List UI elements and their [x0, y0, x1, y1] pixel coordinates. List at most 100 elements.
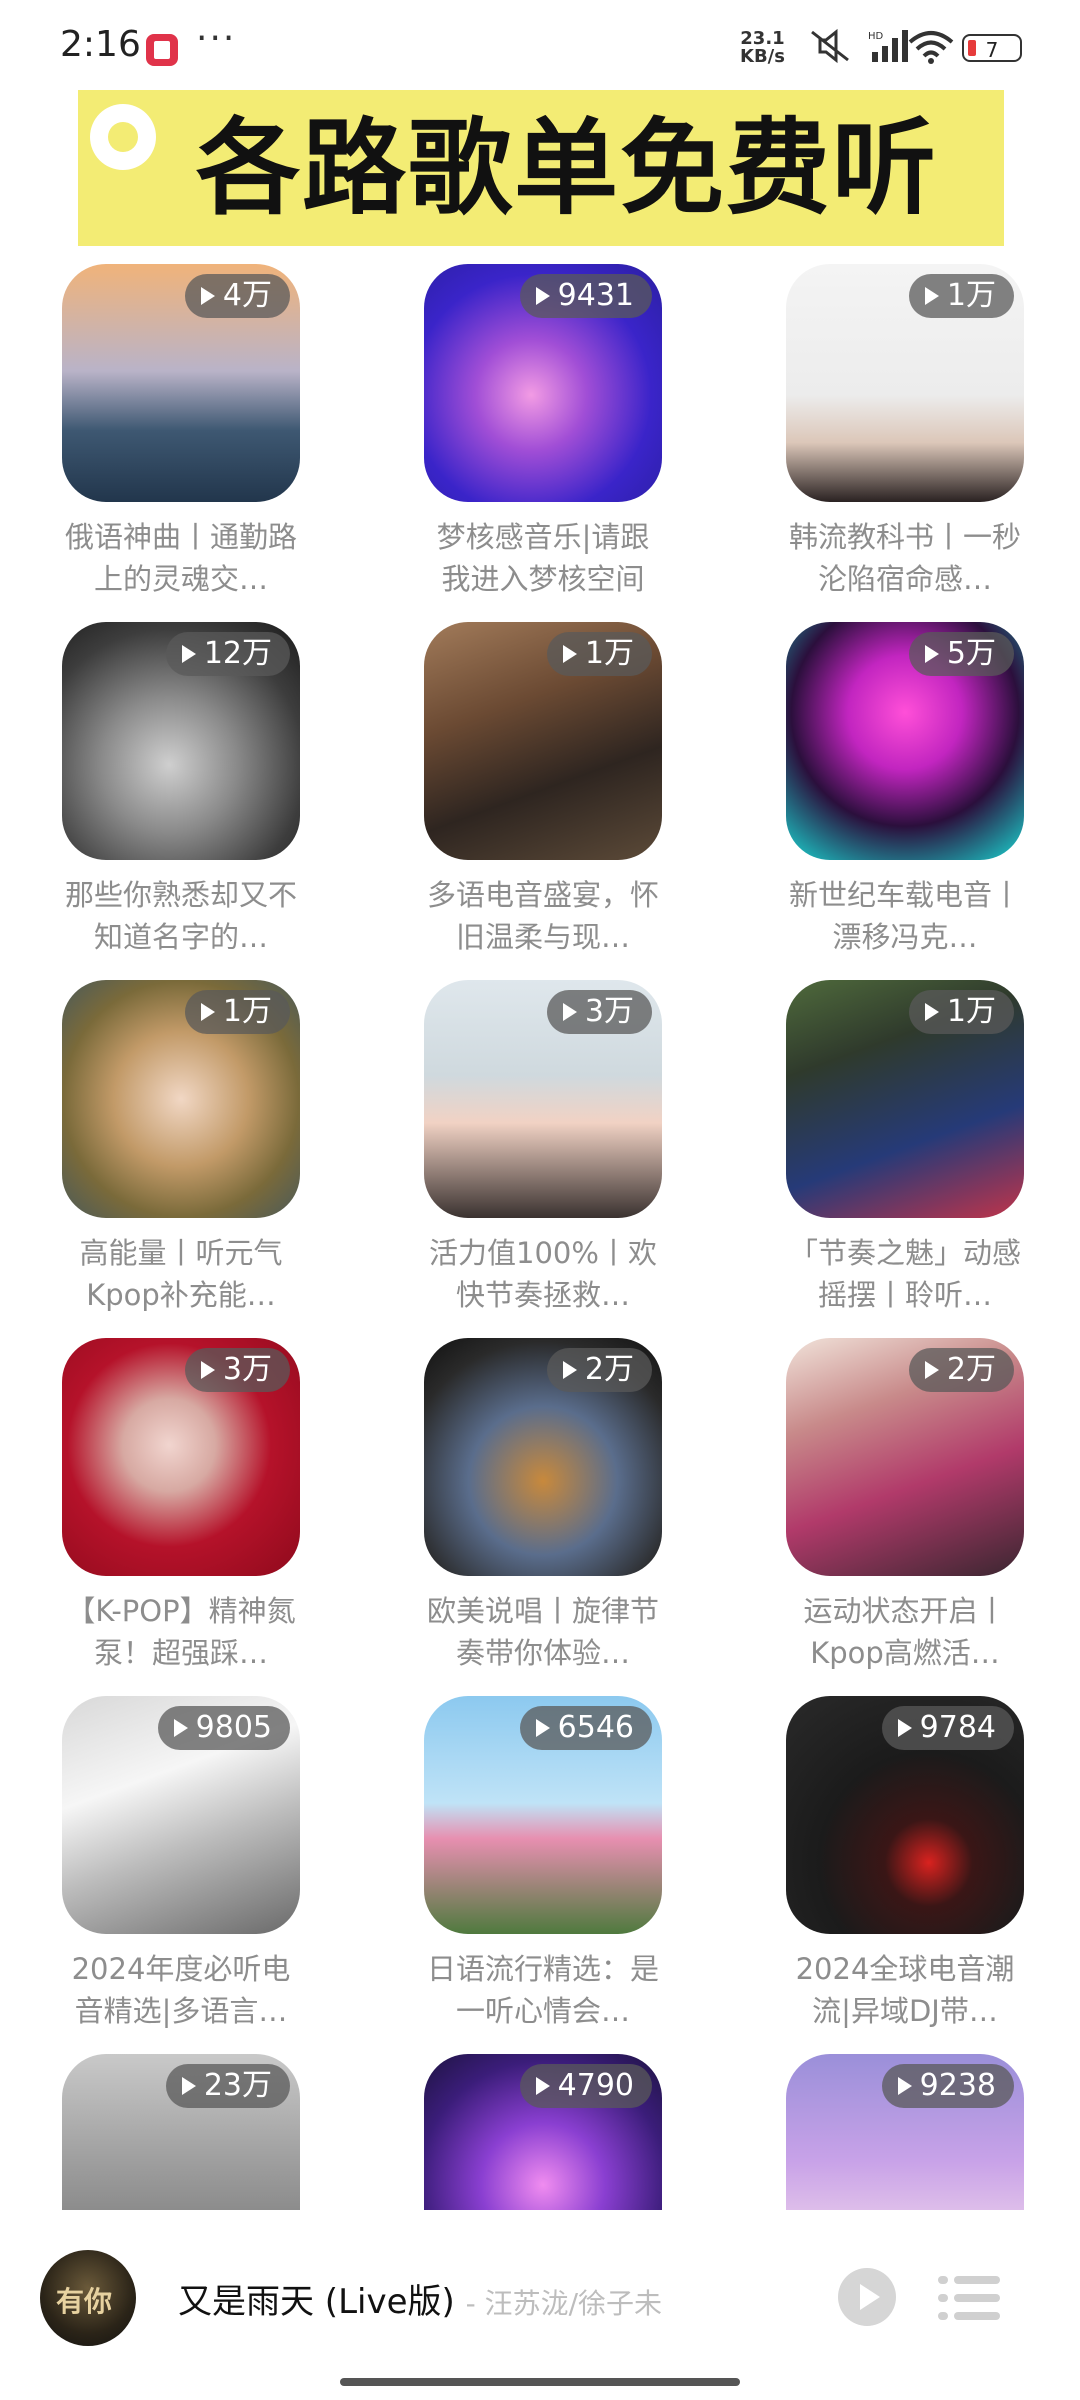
play-count: 9805 — [195, 1710, 272, 1745]
playlist-title[interactable]: 梦核感音乐|请跟我进入梦核空间 — [424, 516, 662, 600]
play-count-badge: 9805 — [157, 1706, 290, 1750]
player-cover[interactable]: 有你 — [40, 2250, 136, 2346]
playlist-cover[interactable]: 1万 — [786, 264, 1024, 502]
playlist-title[interactable]: 日语流行精选：是一听心情会… — [424, 1948, 662, 2032]
play-icon — [897, 1719, 912, 1737]
playlist-cover[interactable]: 4万 — [62, 264, 300, 502]
playlist-cover[interactable]: 23万 — [62, 2054, 300, 2210]
playlist-card[interactable]: 6546 日语流行精选：是一听心情会… — [424, 1696, 662, 2032]
playlist-title[interactable]: 「节奏之魅」动感摇摆丨聆听… — [786, 1232, 1024, 1316]
play-count: 3万 — [584, 994, 634, 1029]
playlist-cover[interactable]: 1万 — [62, 980, 300, 1218]
network-speed-unit: KB/s — [740, 46, 785, 67]
playlist-title[interactable]: 活力值100%丨欢快节奏拯救… — [424, 1232, 662, 1316]
battery-icon: 7 — [962, 34, 1022, 62]
playlist-cover[interactable]: 1万 — [786, 980, 1024, 1218]
mute-icon — [811, 28, 849, 64]
play-count: 23万 — [203, 2068, 272, 2103]
playlist-card[interactable]: 9784 2024全球电音潮流|异域DJ带… — [786, 1696, 1024, 2032]
play-count: 2万 — [584, 1352, 634, 1387]
play-icon — [535, 287, 550, 305]
playlist-title[interactable]: 那些你熟悉却又不知道名字的… — [62, 874, 300, 958]
mini-player[interactable]: 有你 又是雨天 (Live版) - 汪苏泷/徐子未 — [0, 2210, 1080, 2400]
app-notification-icon — [146, 34, 178, 66]
playlist-card[interactable]: 3万【K-POP】精神氮泵！超强踩… — [62, 1338, 300, 1674]
play-count-badge: 1万 — [546, 632, 652, 676]
playlist-card[interactable]: 9805 2024年度必听电音精选|多语言… — [62, 1696, 300, 2032]
playlist-cover[interactable]: 9238 — [786, 2054, 1024, 2210]
play-count-badge: 5万 — [908, 632, 1014, 676]
playlist-card[interactable]: 1万多语电音盛宴，怀旧温柔与现… — [424, 622, 662, 958]
playlist-card[interactable]: 2万运动状态开启丨Kpop高燃活… — [786, 1338, 1024, 1674]
play-icon — [562, 1361, 577, 1379]
play-button[interactable] — [838, 2268, 896, 2326]
network-speed: 23.1 KB/s — [740, 30, 785, 66]
player-cover-text: 有你 — [56, 2285, 113, 2318]
playlist-cover[interactable]: 3万 — [62, 1338, 300, 1576]
playlist-card[interactable]: 4790 — [424, 2054, 662, 2210]
playlist-cover[interactable]: 1万 — [424, 622, 662, 860]
playlist-card[interactable]: 1万韩流教科书丨一秒沦陷宿命感… — [786, 264, 1024, 600]
play-count-badge: 9431 — [519, 274, 652, 318]
playlist-title[interactable]: 【K-POP】精神氮泵！超强踩… — [62, 1590, 300, 1674]
playlist-cover[interactable]: 5万 — [786, 622, 1024, 860]
playlist-title[interactable]: 2024全球电音潮流|异域DJ带… — [786, 1948, 1024, 2032]
playlist-cover[interactable]: 9431 — [424, 264, 662, 502]
play-icon — [562, 1003, 577, 1021]
play-icon — [924, 287, 939, 305]
play-count: 9431 — [557, 278, 634, 313]
play-count: 9238 — [919, 2068, 996, 2103]
playlist-card[interactable]: 9238 — [786, 2054, 1024, 2210]
home-indicator[interactable] — [340, 2378, 740, 2386]
play-icon — [535, 2077, 550, 2095]
playlist-title[interactable]: 高能量丨听元气Kpop补充能… — [62, 1232, 300, 1316]
playlist-card[interactable]: 1万高能量丨听元气Kpop补充能… — [62, 980, 300, 1316]
playlist-cover[interactable]: 2万 — [786, 1338, 1024, 1576]
playlist-title[interactable]: 新世纪车载电音丨漂移冯克… — [786, 874, 1024, 958]
playlist-cover[interactable]: 3万 — [424, 980, 662, 1218]
status-bar: 2:16 ··· 23.1 KB/s HD 7 — [0, 0, 1080, 90]
promo-banner[interactable]: 各路歌单免费听 — [78, 90, 1004, 246]
play-count-badge: 1万 — [908, 990, 1014, 1034]
play-count: 9784 — [919, 1710, 996, 1745]
play-count-badge: 3万 — [546, 990, 652, 1034]
play-count-badge: 12万 — [165, 632, 290, 676]
playlist-card[interactable]: 12万那些你熟悉却又不知道名字的… — [62, 622, 300, 958]
playlist-title[interactable]: 多语电音盛宴，怀旧温柔与现… — [424, 874, 662, 958]
play-icon — [535, 1719, 550, 1737]
playlist-card[interactable]: 9431 梦核感音乐|请跟我进入梦核空间 — [424, 264, 662, 600]
play-icon — [562, 645, 577, 663]
banner-title: 各路歌单免费听 — [196, 107, 939, 229]
play-icon — [181, 2077, 196, 2095]
play-count: 6546 — [557, 1710, 634, 1745]
svg-text:HD: HD — [868, 31, 884, 42]
song-artist: - 汪苏泷/徐子未 — [465, 2287, 663, 2320]
now-playing-text[interactable]: 又是雨天 (Live版) - 汪苏泷/徐子未 — [178, 2274, 662, 2323]
playlist-card[interactable]: 4万俄语神曲丨通勤路上的灵魂交… — [62, 264, 300, 600]
playlist-title[interactable]: 韩流教科书丨一秒沦陷宿命感… — [786, 516, 1024, 600]
playlist-cover[interactable]: 6546 — [424, 1696, 662, 1934]
playlist-card[interactable]: 2万欧美说唱丨旋律节奏带你体验… — [424, 1338, 662, 1674]
playlist-title[interactable]: 俄语神曲丨通勤路上的灵魂交… — [62, 516, 300, 600]
playlist-cover[interactable]: 2万 — [424, 1338, 662, 1576]
playlist-title[interactable]: 运动状态开启丨Kpop高燃活… — [786, 1590, 1024, 1674]
playlist-card[interactable]: 5万新世纪车载电音丨漂移冯克… — [786, 622, 1024, 958]
playlist-card[interactable]: 1万「节奏之魅」动感摇摆丨聆听… — [786, 980, 1024, 1316]
play-count: 1万 — [946, 278, 996, 313]
play-count-badge: 9784 — [881, 1706, 1014, 1750]
playlist-cover[interactable]: 9805 — [62, 1696, 300, 1934]
playlist-cover[interactable]: 12万 — [62, 622, 300, 860]
playlist-queue-icon[interactable] — [938, 2272, 1000, 2324]
play-count-badge: 1万 — [184, 990, 290, 1034]
play-count: 1万 — [222, 994, 272, 1029]
playlist-card[interactable]: 23万 — [62, 2054, 300, 2210]
play-count: 2万 — [946, 1352, 996, 1387]
play-icon — [924, 1361, 939, 1379]
playlist-title[interactable]: 2024年度必听电音精选|多语言… — [62, 1948, 300, 2032]
play-count: 4790 — [557, 2068, 634, 2103]
play-count-badge: 4790 — [519, 2064, 652, 2108]
playlist-cover[interactable]: 4790 — [424, 2054, 662, 2210]
playlist-cover[interactable]: 9784 — [786, 1696, 1024, 1934]
playlist-title[interactable]: 欧美说唱丨旋律节奏带你体验… — [424, 1590, 662, 1674]
playlist-card[interactable]: 3万活力值100%丨欢快节奏拯救… — [424, 980, 662, 1316]
